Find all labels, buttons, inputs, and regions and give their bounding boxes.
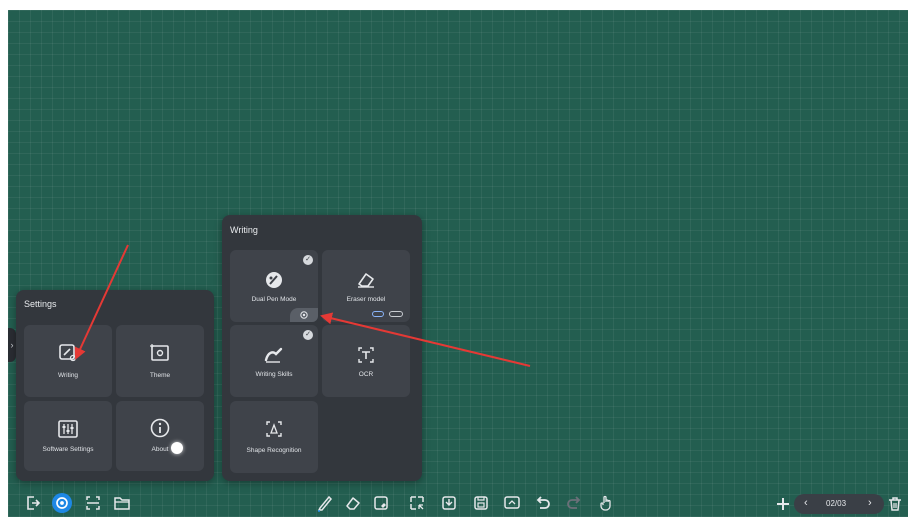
touch-indicator bbox=[171, 442, 183, 454]
checked-badge: ✓ bbox=[303, 255, 313, 265]
eraser-mode-options[interactable] bbox=[372, 310, 404, 318]
writing-panel-title: Writing bbox=[230, 225, 258, 235]
page-navigator: ‹ 02/03 › bbox=[794, 494, 884, 514]
exit-icon[interactable] bbox=[24, 494, 42, 512]
shape-recognition-icon bbox=[266, 421, 282, 437]
save-icon[interactable] bbox=[472, 494, 490, 512]
prev-page-button[interactable]: ‹ bbox=[804, 497, 808, 509]
add-page-icon[interactable] bbox=[774, 495, 792, 513]
ocr-icon bbox=[358, 347, 374, 363]
checked-badge: ✓ bbox=[303, 330, 313, 340]
delete-icon[interactable] bbox=[886, 495, 904, 513]
dual-pen-settings-tab[interactable] bbox=[290, 308, 318, 322]
side-tab-glyph: › bbox=[10, 340, 14, 350]
redo-icon[interactable] bbox=[565, 494, 583, 512]
settings-panel: Settings Writing Theme Software Settings bbox=[16, 290, 214, 481]
writing-skills-icon bbox=[264, 347, 283, 363]
page-counter: 02/03 bbox=[826, 499, 847, 508]
settings-tile-label: Theme bbox=[149, 372, 171, 379]
writing-tile-label: Eraser model bbox=[346, 296, 386, 303]
writing-tile-eraser[interactable]: Eraser model bbox=[322, 250, 410, 322]
settings-tile-about[interactable]: About bbox=[116, 401, 204, 471]
writing-tile-ocr[interactable]: OCR bbox=[322, 325, 410, 397]
folder-icon[interactable] bbox=[113, 494, 131, 512]
side-drawer-handle[interactable]: › bbox=[8, 328, 16, 362]
undo-icon[interactable] bbox=[534, 494, 552, 512]
select-icon[interactable] bbox=[408, 494, 426, 512]
writing-tile-label: OCR bbox=[358, 371, 374, 378]
dual-pen-icon bbox=[266, 272, 282, 288]
eraser-icon bbox=[358, 273, 374, 288]
writing-tile-dual-pen[interactable]: ✓ Dual Pen Mode bbox=[230, 250, 318, 322]
settings-tile-label: About bbox=[151, 446, 169, 453]
settings-tile-software[interactable]: Software Settings bbox=[24, 401, 112, 471]
scan-icon[interactable] bbox=[84, 494, 102, 512]
writing-tile-label: Writing Skills bbox=[255, 371, 293, 378]
writing-panel: Writing ✓ Dual Pen Mode Eraser model ✓ W… bbox=[222, 215, 422, 481]
eraser-icon[interactable] bbox=[344, 494, 362, 512]
writing-tile-skills[interactable]: ✓ Writing Skills bbox=[230, 325, 318, 397]
settings-panel-title: Settings bbox=[24, 299, 57, 309]
writing-tile-shape-recognition[interactable]: Shape Recognition bbox=[230, 401, 318, 473]
eraser-option-dot-active bbox=[372, 311, 384, 317]
info-icon bbox=[150, 418, 170, 438]
writing-tile-label: Dual Pen Mode bbox=[251, 296, 297, 303]
hand-icon[interactable] bbox=[597, 494, 615, 512]
pen-icon[interactable] bbox=[316, 494, 334, 512]
settings-tile-label: Writing bbox=[57, 372, 79, 379]
clear-icon[interactable] bbox=[372, 494, 390, 512]
screen-icon[interactable] bbox=[503, 494, 521, 512]
settings-tile-theme[interactable]: Theme bbox=[116, 325, 204, 397]
sliders-icon bbox=[58, 420, 78, 438]
settings-tile-label: Software Settings bbox=[42, 446, 94, 453]
writing-tile-label: Shape Recognition bbox=[246, 447, 302, 454]
eraser-option-dot bbox=[389, 311, 403, 317]
next-page-button[interactable]: › bbox=[868, 497, 872, 509]
theme-icon bbox=[150, 344, 169, 361]
writing-settings-icon bbox=[59, 344, 77, 362]
settings-icon[interactable] bbox=[52, 493, 72, 513]
gear-icon bbox=[300, 311, 308, 319]
import-icon[interactable] bbox=[440, 494, 458, 512]
settings-tile-writing[interactable]: Writing bbox=[24, 325, 112, 397]
